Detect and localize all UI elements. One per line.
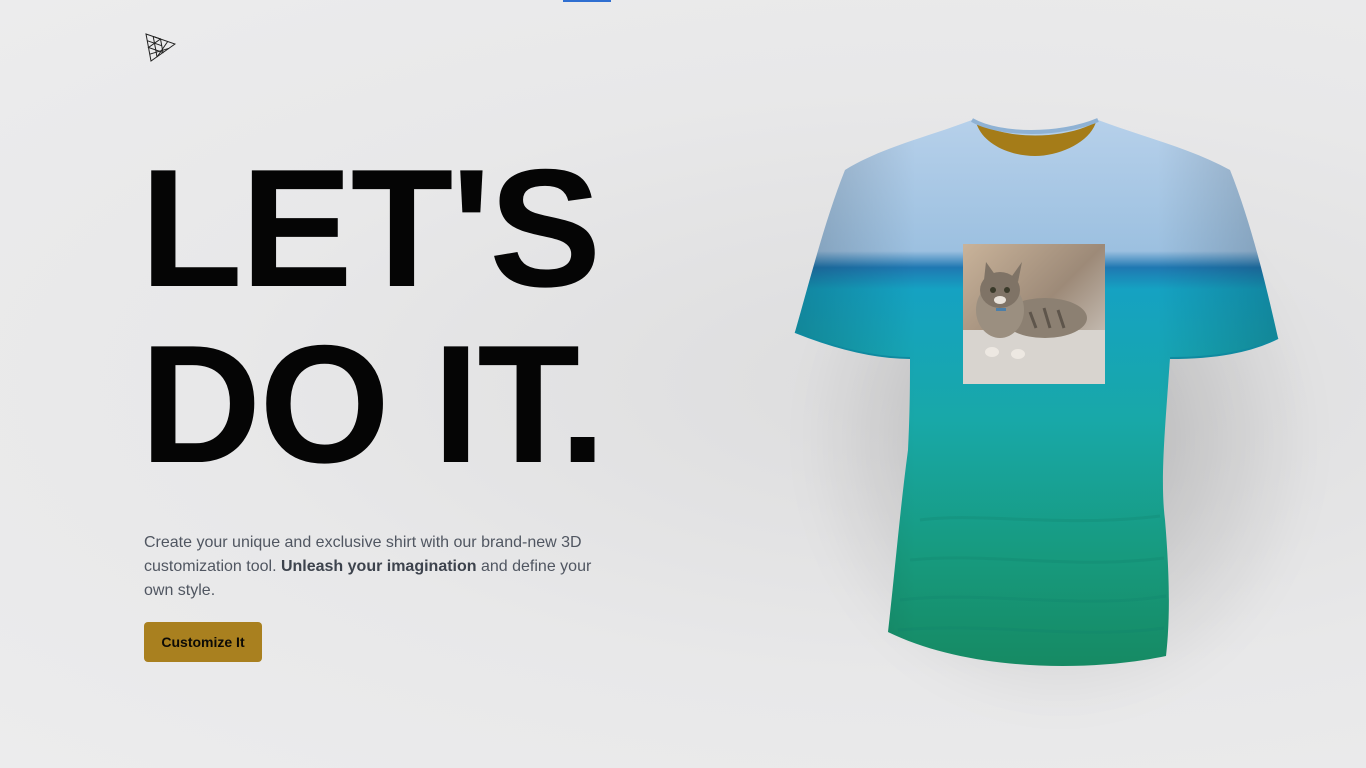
cat-decal <box>963 244 1105 384</box>
threejs-logo-icon <box>145 33 177 62</box>
headline-line-2: DO IT. <box>140 310 606 498</box>
customize-it-button[interactable]: Customize It <box>144 622 262 662</box>
shirt-shading <box>795 120 1278 666</box>
logo-icon[interactable] <box>144 32 177 64</box>
description-bold-text: Unleash your imagination <box>280 558 477 575</box>
hero-headline: LET'S DO IT. <box>140 134 606 498</box>
headline-line-1: LET'S <box>140 134 601 322</box>
hero-description: Create your unique and exclusive shirt w… <box>144 531 604 603</box>
tshirt-model <box>794 118 1279 666</box>
landing-page: LET'S DO IT. Create your unique and excl… <box>0 0 1366 768</box>
top-indicator <box>563 0 611 2</box>
shirt-canvas[interactable] <box>760 100 1320 720</box>
